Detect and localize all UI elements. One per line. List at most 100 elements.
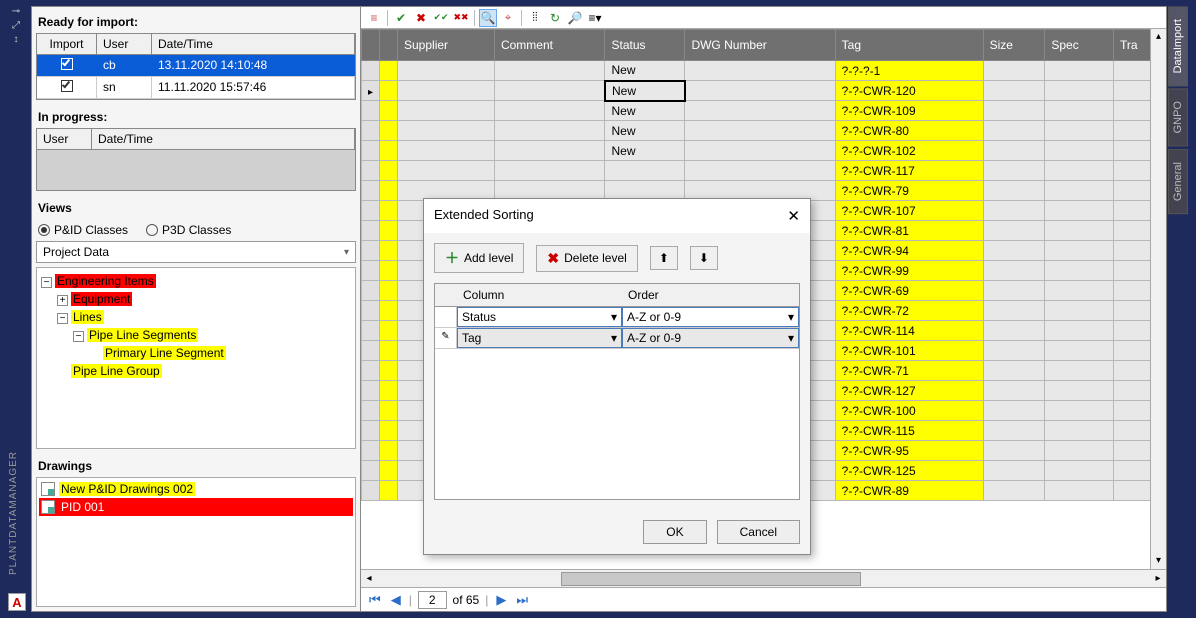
grid-header[interactable]: DWG Number: [685, 30, 835, 61]
tab-general[interactable]: General: [1168, 149, 1188, 214]
ok-button[interactable]: OK: [643, 520, 706, 544]
grid-header[interactable]: Size: [983, 30, 1045, 61]
tree-toggle[interactable]: +: [57, 295, 68, 306]
col-import[interactable]: Import: [37, 34, 97, 54]
grid-header[interactable]: [362, 30, 380, 61]
tab-dataimport[interactable]: DataImport: [1168, 6, 1188, 86]
plus-icon: ＋: [445, 248, 459, 268]
tool-sort-icon[interactable]: ≡▾: [586, 9, 604, 27]
delete-icon: ✖: [547, 250, 559, 267]
grid-row[interactable]: New?-?-CWR-102: [362, 141, 1166, 161]
tool-columns-icon[interactable]: ⦙⦙: [526, 9, 544, 27]
tree-pipe-line-segments[interactable]: Pipe Line Segments: [87, 328, 198, 342]
tree-engineering-items[interactable]: Engineering Items: [55, 274, 156, 288]
project-tree[interactable]: −Engineering Items +Equipment −Lines −Pi…: [36, 267, 356, 449]
pager-last-icon[interactable]: ⏭: [514, 592, 530, 608]
tab-gnpo[interactable]: GNPO: [1168, 88, 1188, 146]
tree-toggle[interactable]: −: [73, 331, 84, 342]
sort-order-select[interactable]: A-Z or 0-9▾: [622, 307, 799, 327]
tool-find-icon[interactable]: 🔎: [566, 9, 584, 27]
scroll-down-icon[interactable]: ▾: [1151, 553, 1166, 569]
sort-column-select[interactable]: Status▾: [457, 307, 622, 327]
tree-equipment[interactable]: Equipment: [71, 292, 132, 306]
prog-col-user[interactable]: User: [37, 129, 92, 149]
sort-row[interactable]: ✎Tag▾A-Z or 0-9▾: [435, 328, 799, 349]
sort-col-header: Column: [457, 284, 622, 306]
grid-header[interactable]: [380, 30, 398, 61]
extended-sorting-dialog: Extended Sorting ✕ ＋Add level ✖Delete le…: [423, 198, 811, 555]
move-up-button[interactable]: ⬆: [650, 246, 678, 270]
drawing-icon: [41, 500, 55, 514]
pager-page-input[interactable]: 2: [418, 591, 447, 609]
tool-target-icon[interactable]: ⌖: [499, 9, 517, 27]
drawing-item[interactable]: PID 001: [39, 498, 353, 516]
tool-reject-icon[interactable]: ✖: [412, 9, 430, 27]
sort-row[interactable]: Status▾A-Z or 0-9▾: [435, 307, 799, 328]
sort-grid: Column Order Status▾A-Z or 0-9▾✎Tag▾A-Z …: [434, 283, 800, 500]
tool-reject-all-icon[interactable]: ✖✖: [452, 9, 470, 27]
tree-toggle[interactable]: −: [41, 277, 52, 288]
import-row[interactable]: sn11.11.2020 15:57:46: [37, 77, 355, 99]
grid-header[interactable]: Supplier: [398, 30, 495, 61]
tree-pipe-line-group[interactable]: Pipe Line Group: [71, 364, 162, 378]
delete-level-button[interactable]: ✖Delete level: [536, 245, 637, 272]
dialog-title: Extended Sorting: [434, 207, 534, 225]
col-user[interactable]: User: [97, 34, 152, 54]
pager-of-label: of 65: [453, 593, 480, 607]
grid-header[interactable]: Comment: [494, 30, 605, 61]
drawing-item[interactable]: New P&ID Drawings 002: [39, 480, 353, 498]
import-table: Import User Date/Time cb13.11.2020 14:10…: [36, 33, 356, 100]
grid-header[interactable]: Tag: [835, 30, 983, 61]
progress-label: In progress:: [36, 106, 356, 128]
horizontal-scrollbar[interactable]: ◂ ▸: [361, 569, 1166, 587]
pager-first-icon[interactable]: ⏮: [367, 592, 383, 608]
tool-accept-icon[interactable]: ✔: [392, 9, 410, 27]
grid-row[interactable]: New?-?-CWR-109: [362, 101, 1166, 121]
scroll-up-icon[interactable]: ▴: [1151, 29, 1166, 45]
move-down-button[interactable]: ⬇: [690, 246, 718, 270]
ready-label: Ready for import:: [36, 11, 356, 33]
pager-next-icon[interactable]: ▶: [494, 592, 508, 608]
tool-refresh-icon[interactable]: ↻: [546, 9, 564, 27]
scroll-right-icon[interactable]: ▸: [1150, 570, 1166, 588]
grid-header[interactable]: Spec: [1045, 30, 1114, 61]
grid-header[interactable]: Status: [605, 30, 685, 61]
chevron-down-icon: ▾: [611, 331, 617, 345]
radio-pid-classes[interactable]: P&ID Classes: [38, 223, 128, 237]
collapse-icon[interactable]: ⤢: [6, 20, 26, 34]
tree-lines[interactable]: Lines: [71, 310, 104, 324]
grid-row[interactable]: New?-?-CWR-120: [362, 81, 1166, 101]
grid-toolbar: ≡ ✔ ✖ ✔✔ ✖✖ 🔍 ⌖ ⦙⦙ ↻ 🔎 ≡▾: [361, 7, 1166, 29]
add-level-button[interactable]: ＋Add level: [434, 243, 524, 273]
scroll-thumb[interactable]: [561, 572, 861, 586]
menu-icon[interactable]: ↕: [6, 34, 26, 48]
drawings-list[interactable]: New P&ID Drawings 002PID 001: [36, 477, 356, 607]
radio-p3d-classes[interactable]: P3D Classes: [146, 223, 231, 237]
pin-icon[interactable]: ⊸: [6, 6, 26, 20]
grid-row[interactable]: ?-?-CWR-117: [362, 161, 1166, 181]
project-data-combo[interactable]: Project Data▾: [36, 241, 356, 263]
tool-search-icon[interactable]: 🔍: [479, 9, 497, 27]
sort-order-header: Order: [622, 284, 799, 306]
scroll-left-icon[interactable]: ◂: [361, 570, 377, 588]
chevron-down-icon: ▾: [788, 310, 794, 324]
tool-list-icon[interactable]: ≡: [365, 9, 383, 27]
tree-primary-line-segment[interactable]: Primary Line Segment: [103, 346, 226, 360]
views-label: Views: [36, 197, 356, 219]
grid-row[interactable]: New?-?-?-1: [362, 61, 1166, 81]
sort-column-select[interactable]: Tag▾: [457, 328, 622, 348]
cancel-button[interactable]: Cancel: [717, 520, 800, 544]
col-datetime[interactable]: Date/Time: [152, 34, 355, 54]
tool-accept-all-icon[interactable]: ✔✔: [432, 9, 450, 27]
vertical-scrollbar[interactable]: ▴ ▾: [1150, 29, 1166, 569]
pager-prev-icon[interactable]: ◀: [389, 592, 403, 608]
tree-toggle[interactable]: −: [57, 313, 68, 324]
grid-row[interactable]: New?-?-CWR-80: [362, 121, 1166, 141]
prog-col-datetime[interactable]: Date/Time: [92, 129, 355, 149]
close-icon[interactable]: ✕: [787, 207, 800, 225]
sort-order-select[interactable]: A-Z or 0-9▾: [622, 328, 799, 348]
chevron-down-icon: ▾: [344, 247, 349, 258]
autocad-logo: A: [8, 593, 26, 611]
drawing-icon: [41, 482, 55, 496]
import-row[interactable]: cb13.11.2020 14:10:48: [37, 55, 355, 77]
